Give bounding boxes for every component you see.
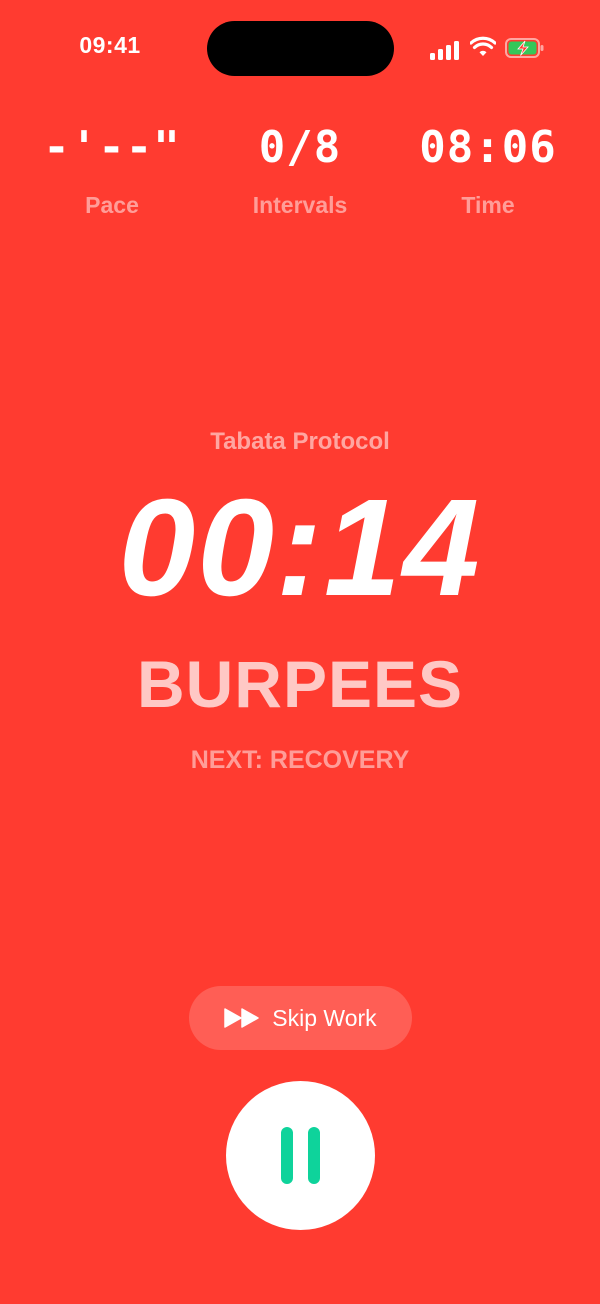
- pause-button[interactable]: [226, 1081, 375, 1230]
- wifi-icon: [470, 36, 496, 56]
- status-time: 09:41: [79, 32, 141, 58]
- pace-metric: -'--" Pace: [22, 118, 202, 219]
- dynamic-island: [207, 21, 394, 76]
- battery-charging-icon: [505, 38, 544, 58]
- pause-icon: [281, 1127, 320, 1184]
- fast-forward-icon: [224, 1008, 260, 1028]
- workout-screen: 09:41 -'--" Pace 0/8 Intervals 08:06 Tim: [0, 0, 600, 1304]
- intervals-label: Intervals: [252, 192, 348, 218]
- time-value: 08:06: [419, 122, 557, 173]
- intervals-metric: 0/8 Intervals: [210, 118, 390, 219]
- status-bar: 09:41: [0, 0, 600, 96]
- next-interval: NEXT: RECOVERY: [190, 746, 410, 774]
- time-label: Time: [461, 192, 515, 218]
- cellular-signal-icon: [430, 38, 462, 60]
- countdown-timer: 00:14: [118, 471, 482, 625]
- protocol-name: Tabata Protocol: [210, 428, 390, 455]
- exercise-name: BURPEES: [136, 647, 464, 721]
- time-metric: 08:06 Time: [398, 118, 578, 219]
- pace-label: Pace: [85, 192, 139, 218]
- intervals-value: 0/8: [258, 122, 342, 173]
- skip-work-button[interactable]: Skip Work: [189, 986, 412, 1050]
- skip-work-label: Skip Work: [272, 1004, 377, 1031]
- pace-value: -'--": [43, 122, 181, 173]
